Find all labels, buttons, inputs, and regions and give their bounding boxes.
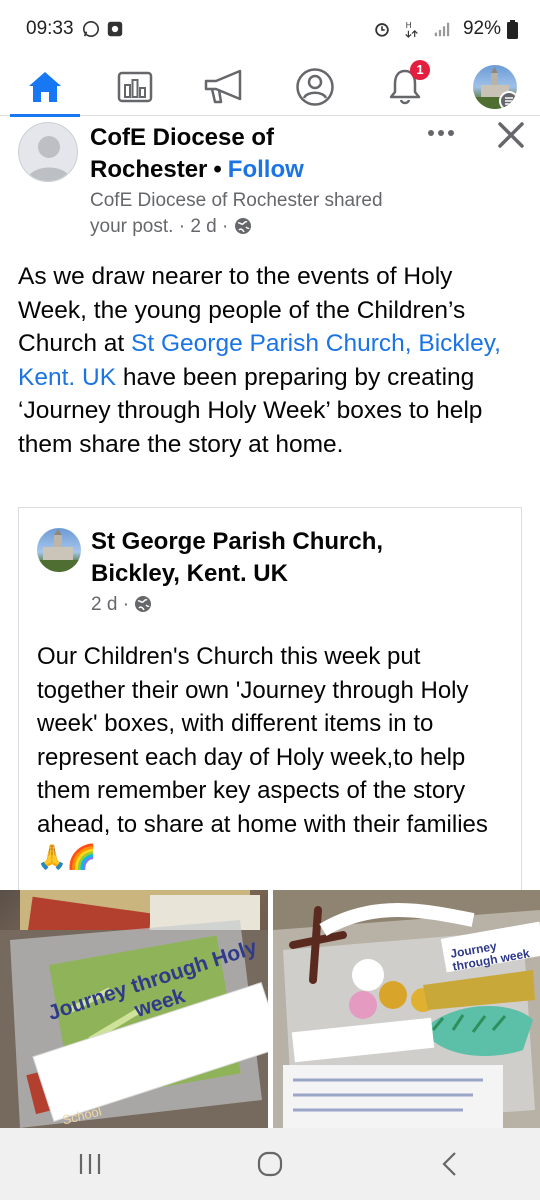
system-nav-bar bbox=[0, 1128, 540, 1200]
photo-left[interactable]: Journey through Holy week School bbox=[0, 890, 268, 1128]
shared-text: Our Children's Church this week put toge… bbox=[37, 643, 488, 871]
globe-icon bbox=[234, 218, 251, 234]
more-options-icon[interactable] bbox=[426, 120, 456, 146]
tab-pages[interactable] bbox=[190, 58, 260, 116]
feeds-icon bbox=[117, 71, 153, 102]
avatar[interactable] bbox=[18, 122, 78, 182]
globe-icon bbox=[135, 596, 152, 612]
follow-button[interactable]: Follow bbox=[228, 156, 304, 183]
post-header: CofE Diocese of Rochester • Follow CofE Di… bbox=[18, 120, 528, 240]
close-icon[interactable] bbox=[496, 120, 526, 150]
shared-post-card[interactable]: St George Parish Church, Bickley, Kent. … bbox=[18, 507, 522, 890]
separator-dot: • bbox=[213, 156, 222, 183]
back-chevron-icon bbox=[442, 1152, 456, 1176]
post-meta: CofE Diocese of Rochester shared your po… bbox=[90, 188, 390, 240]
menu-icon bbox=[499, 90, 517, 109]
top-nav: 1 bbox=[0, 58, 540, 117]
profile-icon bbox=[296, 67, 334, 106]
church-thumbnail-icon bbox=[37, 529, 81, 572]
signal-icon bbox=[434, 22, 450, 37]
back-button[interactable] bbox=[420, 1144, 480, 1184]
battery-percent: 92% bbox=[462, 18, 501, 39]
photo-grid: Journey through Holy week School Journey… bbox=[0, 890, 540, 1128]
shared-meta: 2 d · bbox=[91, 594, 152, 616]
home-icon bbox=[29, 71, 61, 102]
shared-page-name[interactable]: St George Parish Church, Bickley, Kent. … bbox=[91, 526, 451, 590]
status-time: 09:33 bbox=[26, 18, 74, 39]
home-button[interactable] bbox=[240, 1144, 300, 1184]
post-body: As we draw nearer to the events of Holy … bbox=[18, 260, 518, 461]
notification-badge: 1 bbox=[410, 59, 430, 80]
notification-dot-icon bbox=[107, 21, 122, 37]
shared-time: 2 d · bbox=[91, 594, 130, 615]
menu-avatar bbox=[473, 64, 517, 109]
church-avatar[interactable] bbox=[37, 528, 81, 572]
photo-right[interactable]: Journey through week bbox=[273, 890, 540, 1128]
home-circle-icon bbox=[257, 1151, 283, 1177]
megaphone-icon bbox=[204, 69, 242, 103]
tab-notifications[interactable]: 1 bbox=[370, 58, 440, 116]
recent-apps-icon bbox=[79, 1154, 101, 1174]
page-name-line: CofE Diocese of Rochester • Follow bbox=[90, 122, 400, 186]
tab-profile[interactable] bbox=[280, 58, 350, 116]
box-photo-right bbox=[273, 890, 540, 1128]
alarm-icon bbox=[375, 23, 389, 37]
whatsapp-icon bbox=[82, 20, 99, 38]
battery-icon bbox=[507, 19, 518, 39]
tab-menu[interactable] bbox=[460, 58, 530, 116]
default-avatar-icon bbox=[27, 136, 71, 181]
tab-home[interactable] bbox=[10, 58, 80, 117]
data-icon: H bbox=[405, 21, 418, 38]
recent-apps-button[interactable] bbox=[60, 1144, 120, 1184]
tab-feeds[interactable] bbox=[100, 58, 170, 116]
status-bar: 09:33 H 92% bbox=[0, 0, 540, 58]
svg-text:H: H bbox=[406, 21, 412, 30]
